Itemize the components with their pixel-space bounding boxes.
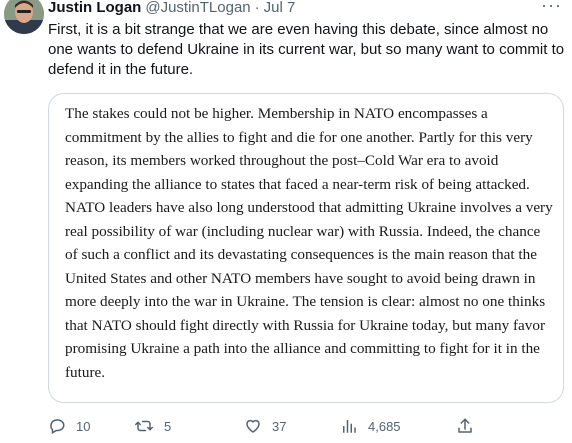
share-button[interactable] [456,414,484,438]
quote-text: The stakes could not be higher. Membersh… [65,105,553,381]
retweet-count: 5 [164,418,172,434]
tweet-header: Justin Logan @JustinTLogan · Jul 7 [48,0,295,17]
views-icon [340,417,368,435]
share-icon [456,417,484,435]
author-handle[interactable]: @JustinTLogan [145,0,250,16]
avatar[interactable] [4,0,44,34]
views-count: 4,685 [368,418,401,434]
author-name[interactable]: Justin Logan [48,0,141,16]
like-icon [244,417,272,435]
like-count: 37 [272,418,287,434]
header-separator: · [254,0,260,16]
reply-button[interactable]: 10 [48,414,90,438]
retweet-icon [134,417,164,435]
reply-count: 10 [76,418,91,434]
views-button[interactable]: 4,685 [340,414,401,438]
reply-icon [48,417,76,435]
tweet-text: First, it is a bit strange that we are e… [48,21,565,78]
more-options-icon[interactable]: ··· [541,0,562,14]
quote-image-card[interactable]: The stakes could not be higher. Membersh… [48,93,564,403]
action-bar: 10 5 37 4,685 [48,414,568,438]
tweet-date[interactable]: Jul 7 [264,0,296,16]
retweet-button[interactable]: 5 [134,414,171,438]
like-button[interactable]: 37 [244,414,286,438]
